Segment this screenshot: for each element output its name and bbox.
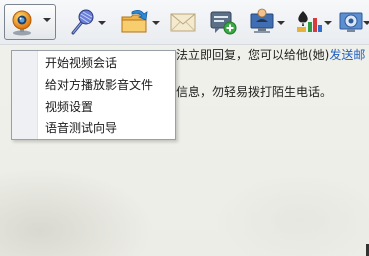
chat-notice-text-2: 信息，勿轻易拨打陌生电话。 (176, 85, 333, 99)
menu-item-video-settings[interactable]: 视频设置 (45, 97, 93, 117)
chat-notice-text: 法立即回复，您可以给他(她) (176, 48, 330, 62)
monitor-person-icon (250, 8, 274, 33)
menu-icon-gutter (12, 51, 38, 139)
chat-notice-line-2: 信息，勿轻易拨打陌生电话。 (176, 82, 369, 102)
remote-assist-button[interactable] (246, 4, 288, 40)
apps-dropdown-arrow[interactable] (324, 21, 332, 25)
menu-item-voice-test-wizard[interactable]: 语音测试向导 (45, 118, 117, 138)
send-file-dropdown-arrow[interactable] (152, 21, 160, 25)
apps-button[interactable] (292, 4, 334, 40)
microphone-icon (71, 9, 94, 35)
send-sms-button[interactable] (206, 4, 240, 40)
settings-icon (339, 12, 363, 32)
video-chat-dropdown-menu: 开始视频会话 给对方播放影音文件 视频设置 语音测试向导 (11, 50, 176, 140)
chat-toolbar (0, 0, 369, 45)
voice-chat-dropdown-arrow[interactable] (98, 21, 106, 25)
send-mail-link[interactable]: 发送邮 (329, 48, 365, 62)
video-chat-dropdown-arrow[interactable] (43, 18, 51, 22)
webcam-icon (12, 10, 32, 36)
settings-dropdown-arrow[interactable] (363, 21, 369, 25)
settings-button[interactable] (336, 4, 369, 40)
apps-icon (297, 11, 322, 32)
voice-chat-button[interactable] (62, 4, 108, 40)
send-file-button[interactable] (116, 4, 162, 40)
menu-item-play-media-file[interactable]: 给对方播放影音文件 (45, 75, 153, 95)
video-chat-button[interactable] (4, 4, 56, 40)
envelope-icon (170, 13, 196, 32)
folder-send-icon (121, 10, 148, 33)
chat-notice-line: 法立即回复，您可以给他(她)发送邮 (176, 44, 369, 66)
sms-add-icon (210, 11, 237, 35)
remote-assist-dropdown-arrow[interactable] (277, 21, 285, 25)
send-mail-button[interactable] (166, 4, 200, 40)
menu-item-start-video-chat[interactable]: 开始视频会话 (45, 53, 117, 73)
